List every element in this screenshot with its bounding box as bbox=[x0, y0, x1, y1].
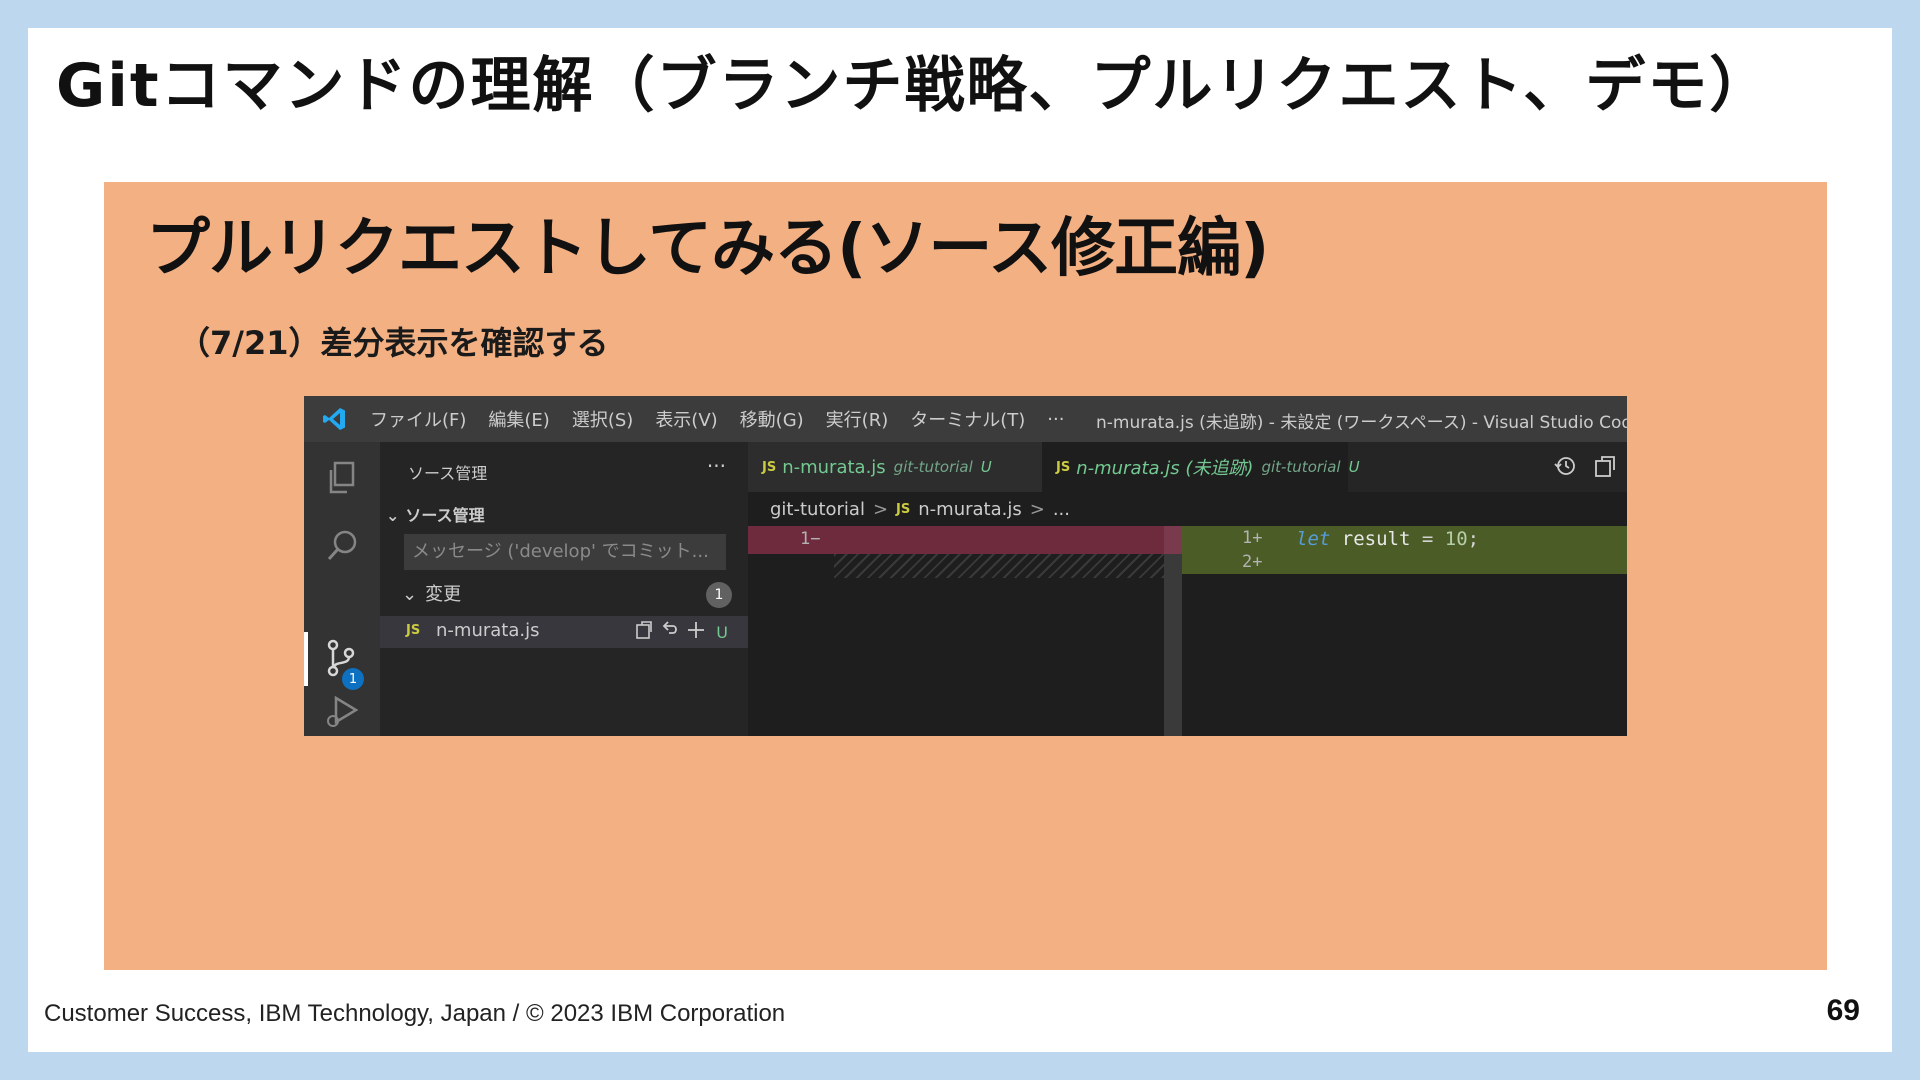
sidebar-header: ソース管理 bbox=[408, 464, 488, 483]
changes-group[interactable]: ⌄ 変更 1 bbox=[396, 580, 736, 610]
slide-title: Gitコマンドの理解（ブランチ戦略、プルリクエスト、デモ） bbox=[56, 51, 1772, 121]
diff-overview-ruler[interactable] bbox=[1164, 526, 1182, 736]
panel-title: プルリクエストしてみる(ソース修正編) bbox=[146, 212, 1269, 286]
diff-modified-pane[interactable]: 1+ let result = 10; 2+ bbox=[1182, 526, 1627, 736]
added-line: 2+ bbox=[1182, 550, 1627, 574]
tab-folder: git-tutorial bbox=[1261, 458, 1341, 476]
window-title: n-murata.js (未追跡) - 未設定 (ワークスペース) - Visu… bbox=[1096, 413, 1627, 433]
breadcrumb-file[interactable]: n-murata.js bbox=[918, 499, 1021, 520]
line-number: 2+ bbox=[1242, 552, 1263, 572]
untracked-status: U bbox=[716, 623, 728, 642]
commit-message-input[interactable]: メッセージ ('develop' でコミット... bbox=[404, 534, 726, 570]
breadcrumb-folder[interactable]: git-tutorial bbox=[770, 499, 865, 520]
panel-subtitle: （7/21）差分表示を確認する bbox=[178, 324, 609, 362]
menu-terminal[interactable]: ターミナル(T) bbox=[910, 406, 1025, 432]
code-terminator: ; bbox=[1467, 528, 1480, 550]
tab-status: U bbox=[980, 458, 992, 476]
breadcrumb: git-tutorial > JS n-murata.js > ... bbox=[748, 492, 1627, 526]
editor-tabs: JS n-murata.js git-tutorial U JS n-murat… bbox=[748, 442, 1627, 492]
source-control-sidebar: ソース管理 ··· ⌄ ソース管理 メッセージ ('develop' でコミット.… bbox=[380, 442, 748, 736]
menu-edit[interactable]: 編集(E) bbox=[488, 406, 549, 432]
breadcrumb-separator: > bbox=[872, 498, 889, 520]
js-file-icon: JS bbox=[762, 459, 777, 475]
history-icon[interactable] bbox=[1553, 454, 1577, 482]
empty-diff-region bbox=[834, 554, 1164, 578]
code-operator: = bbox=[1421, 528, 1434, 550]
tab-n-murata[interactable]: JS n-murata.js git-tutorial U bbox=[748, 442, 1042, 492]
code-line: let result = 10; bbox=[1296, 528, 1479, 550]
open-file-icon[interactable] bbox=[1593, 454, 1617, 482]
deleted-marker bbox=[1164, 526, 1182, 554]
stage-changes-icon[interactable] bbox=[686, 620, 706, 645]
line-number: 1− bbox=[800, 529, 821, 549]
vscode-screenshot: ファイル(F) 編集(E) 選択(S) 表示(V) 移動(G) 実行(R) ター… bbox=[304, 396, 1627, 736]
sidebar-more-button[interactable]: ··· bbox=[707, 454, 726, 478]
js-file-icon: JS bbox=[896, 501, 911, 517]
changed-file-row[interactable]: JS n-murata.js U bbox=[380, 616, 748, 648]
active-view-indicator bbox=[304, 632, 308, 686]
tab-folder: git-tutorial bbox=[893, 458, 973, 476]
added-line: 1+ let result = 10; bbox=[1182, 526, 1627, 550]
code-variable: result bbox=[1341, 528, 1411, 550]
sidebar-section-header[interactable]: ⌄ ソース管理 bbox=[386, 502, 485, 526]
code-keyword: let bbox=[1296, 528, 1331, 550]
tab-label: n-murata.js bbox=[782, 456, 886, 478]
menu-view[interactable]: 表示(V) bbox=[655, 406, 717, 432]
menu-run[interactable]: 実行(R) bbox=[826, 406, 889, 432]
file-actions: U bbox=[634, 620, 728, 645]
diff-original-pane[interactable]: 1− bbox=[748, 526, 1164, 736]
tab-status: U bbox=[1348, 458, 1360, 476]
search-icon[interactable] bbox=[322, 526, 362, 566]
footer-copyright: Customer Success, IBM Technology, Japan … bbox=[44, 1000, 786, 1027]
tab-label: n-murata.js (未追跡) bbox=[1076, 458, 1254, 479]
chevron-down-icon: ⌄ bbox=[386, 506, 400, 525]
explorer-icon[interactable] bbox=[322, 458, 362, 498]
sidebar-section-label: ソース管理 bbox=[405, 506, 485, 525]
changed-file-name: n-murata.js bbox=[436, 620, 540, 641]
open-file-icon[interactable] bbox=[634, 620, 654, 645]
menu-more[interactable]: ··· bbox=[1047, 409, 1064, 430]
deleted-line: 1− bbox=[748, 526, 1164, 554]
js-file-icon: JS bbox=[1056, 459, 1071, 475]
js-file-icon: JS bbox=[406, 623, 421, 638]
line-number: 1+ bbox=[1242, 528, 1263, 548]
breadcrumb-symbols[interactable]: ... bbox=[1053, 499, 1070, 520]
vscode-logo-icon bbox=[318, 403, 350, 435]
menu-go[interactable]: 移動(G) bbox=[740, 406, 804, 432]
discard-changes-icon[interactable] bbox=[660, 620, 680, 645]
menu-file[interactable]: ファイル(F) bbox=[370, 406, 466, 432]
breadcrumb-separator: > bbox=[1029, 498, 1045, 520]
activity-bar: 1 bbox=[304, 442, 380, 736]
chevron-down-icon: ⌄ bbox=[402, 584, 418, 605]
changes-label: 変更 bbox=[425, 584, 462, 605]
run-debug-icon[interactable] bbox=[322, 692, 362, 732]
vscode-titlebar: ファイル(F) 編集(E) 選択(S) 表示(V) 移動(G) 実行(R) ター… bbox=[304, 396, 1627, 442]
menu-selection[interactable]: 選択(S) bbox=[572, 406, 633, 432]
tab-n-murata-untracked[interactable]: JS n-murata.js (未追跡) git-tutorial U bbox=[1042, 442, 1360, 492]
source-control-badge: 1 bbox=[342, 668, 364, 690]
page-number: 69 bbox=[1826, 994, 1860, 1027]
editor-actions bbox=[1553, 454, 1617, 482]
code-number: 10 bbox=[1444, 528, 1468, 550]
changes-count-badge: 1 bbox=[706, 582, 732, 608]
